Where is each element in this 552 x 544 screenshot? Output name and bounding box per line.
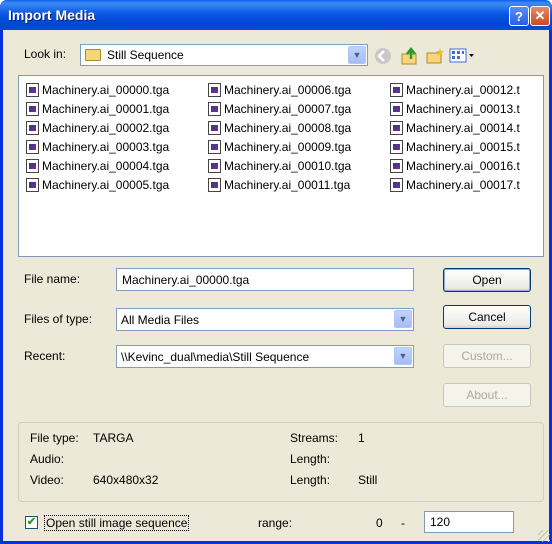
info-video-value: 640x480x32 bbox=[93, 473, 159, 487]
image-file-icon bbox=[26, 120, 39, 135]
image-file-icon bbox=[26, 158, 39, 173]
image-file-icon bbox=[26, 139, 39, 154]
list-item[interactable]: Machinery.ai_00017.t bbox=[387, 175, 520, 194]
image-file-icon bbox=[26, 82, 39, 97]
up-folder-icon[interactable] bbox=[398, 46, 420, 66]
close-button[interactable]: ✕ bbox=[530, 6, 550, 26]
info-streams-label: Streams: bbox=[290, 431, 339, 445]
open-button[interactable]: Open bbox=[443, 268, 531, 292]
list-item[interactable]: Machinery.ai_00016.t bbox=[387, 156, 520, 175]
new-folder-icon[interactable] bbox=[424, 46, 446, 66]
list-item[interactable]: Machinery.ai_00008.tga bbox=[205, 118, 351, 137]
image-file-icon bbox=[208, 82, 221, 97]
image-file-icon bbox=[208, 120, 221, 135]
recent-label: Recent: bbox=[24, 349, 66, 363]
title-bar: Import Media ? ✕ bbox=[0, 0, 552, 30]
sequence-checkbox[interactable]: ✔ bbox=[25, 516, 38, 529]
info-filetype-label: File type: bbox=[30, 431, 79, 445]
lookin-label: Look in: bbox=[24, 47, 67, 61]
list-item[interactable]: Machinery.ai_00013.t bbox=[387, 99, 520, 118]
info-length2-value: Still bbox=[358, 473, 378, 487]
filename-value: Machinery.ai_00000.tga bbox=[122, 273, 250, 287]
image-file-icon bbox=[208, 101, 221, 116]
range-label: range: bbox=[258, 516, 293, 530]
chevron-down-icon[interactable]: ▼ bbox=[348, 46, 366, 64]
image-file-icon bbox=[208, 158, 221, 173]
image-file-icon bbox=[390, 177, 403, 192]
help-button[interactable]: ? bbox=[509, 6, 529, 26]
folder-icon bbox=[85, 49, 101, 61]
file-column-1: Machinery.ai_00000.tga Machinery.ai_0000… bbox=[23, 80, 169, 194]
image-file-icon bbox=[26, 101, 39, 116]
info-audio-label: Audio: bbox=[30, 452, 65, 466]
list-item[interactable]: Machinery.ai_00004.tga bbox=[23, 156, 169, 175]
file-column-3: Machinery.ai_00012.t Machinery.ai_00013.… bbox=[387, 80, 520, 194]
range-separator: - bbox=[401, 516, 405, 530]
list-item[interactable]: Machinery.ai_00010.tga bbox=[205, 156, 351, 175]
chevron-down-icon[interactable]: ▼ bbox=[394, 347, 412, 365]
filetype-label: Files of type: bbox=[24, 312, 93, 326]
resize-grip[interactable] bbox=[538, 530, 550, 542]
info-video-label: Video: bbox=[30, 473, 64, 487]
filename-input[interactable]: Machinery.ai_00000.tga bbox=[116, 268, 414, 291]
filetype-combo[interactable]: All Media Files ▼ bbox=[116, 308, 414, 331]
info-length2-label: Length: bbox=[290, 473, 331, 487]
recent-combo[interactable]: \\Kevinc_dual\media\Still Sequence ▼ bbox=[116, 345, 414, 368]
list-item[interactable]: Machinery.ai_00005.tga bbox=[23, 175, 169, 194]
image-file-icon bbox=[390, 101, 403, 116]
info-length-label: Length: bbox=[290, 452, 331, 466]
file-column-2: Machinery.ai_00006.tga Machinery.ai_0000… bbox=[205, 80, 351, 194]
range-end-input[interactable]: 120 bbox=[424, 511, 514, 533]
list-item[interactable]: Machinery.ai_00007.tga bbox=[205, 99, 351, 118]
file-list[interactable]: Machinery.ai_00000.tga Machinery.ai_0000… bbox=[18, 75, 544, 257]
image-file-icon bbox=[390, 158, 403, 173]
list-item[interactable]: Machinery.ai_00011.tga bbox=[205, 175, 351, 194]
image-file-icon bbox=[390, 139, 403, 154]
recent-value: \\Kevinc_dual\media\Still Sequence bbox=[121, 350, 310, 364]
sequence-checkbox-label[interactable]: Open still image sequence bbox=[44, 515, 190, 531]
view-menu-icon[interactable] bbox=[448, 46, 476, 66]
back-icon[interactable] bbox=[372, 46, 394, 66]
image-file-icon bbox=[208, 177, 221, 192]
list-item[interactable]: Machinery.ai_00006.tga bbox=[205, 80, 351, 99]
cancel-button[interactable]: Cancel bbox=[443, 305, 531, 329]
lookin-combo[interactable]: Still Sequence ▼ bbox=[80, 44, 368, 66]
list-item[interactable]: Machinery.ai_00009.tga bbox=[205, 137, 351, 156]
list-item[interactable]: Machinery.ai_00002.tga bbox=[23, 118, 169, 137]
filename-label: File name: bbox=[24, 272, 81, 286]
list-item[interactable]: Machinery.ai_00014.t bbox=[387, 118, 520, 137]
image-file-icon bbox=[390, 82, 403, 97]
list-item[interactable]: Machinery.ai_00012.t bbox=[387, 80, 520, 99]
lookin-value: Still Sequence bbox=[107, 48, 184, 62]
range-start: 0 bbox=[376, 516, 383, 530]
list-item[interactable]: Machinery.ai_00001.tga bbox=[23, 99, 169, 118]
window-title: Import Media bbox=[8, 7, 96, 23]
image-file-icon bbox=[390, 120, 403, 135]
list-item[interactable]: Machinery.ai_00015.t bbox=[387, 137, 520, 156]
list-item[interactable]: Machinery.ai_00000.tga bbox=[23, 80, 169, 99]
range-end-value: 120 bbox=[430, 515, 451, 529]
custom-button[interactable]: Custom... bbox=[443, 344, 531, 368]
chevron-down-icon[interactable]: ▼ bbox=[394, 310, 412, 328]
image-file-icon bbox=[26, 177, 39, 192]
info-filetype-value: TARGA bbox=[93, 431, 134, 445]
filetype-value: All Media Files bbox=[121, 313, 200, 327]
info-streams-value: 1 bbox=[358, 431, 365, 445]
about-button[interactable]: About... bbox=[443, 383, 531, 407]
list-item[interactable]: Machinery.ai_00003.tga bbox=[23, 137, 169, 156]
image-file-icon bbox=[208, 139, 221, 154]
